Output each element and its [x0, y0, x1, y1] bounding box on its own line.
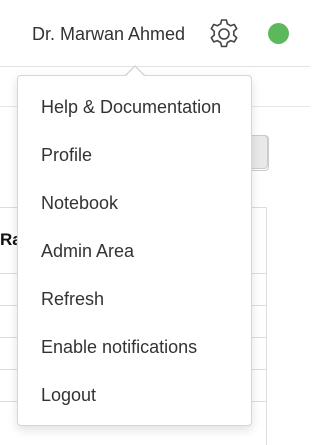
- menu-item-enable-notifications[interactable]: Enable notifications: [18, 323, 251, 371]
- top-navbar: Dr. Marwan Ahmed: [0, 0, 310, 67]
- menu-item-refresh[interactable]: Refresh: [18, 275, 251, 323]
- user-name-label[interactable]: Dr. Marwan Ahmed: [32, 22, 185, 46]
- menu-item-profile[interactable]: Profile: [18, 131, 251, 179]
- user-dropdown-menu: Help & Documentation Profile Notebook Ad…: [17, 75, 252, 426]
- dropdown-caret-fill: [125, 67, 145, 77]
- status-indicator: [268, 23, 289, 44]
- menu-item-help[interactable]: Help & Documentation: [18, 83, 251, 131]
- menu-item-admin-area[interactable]: Admin Area: [18, 227, 251, 275]
- menu-list: Help & Documentation Profile Notebook Ad…: [18, 83, 251, 419]
- gear-icon[interactable]: [207, 17, 241, 51]
- menu-item-logout[interactable]: Logout: [18, 371, 251, 419]
- menu-item-notebook[interactable]: Notebook: [18, 179, 251, 227]
